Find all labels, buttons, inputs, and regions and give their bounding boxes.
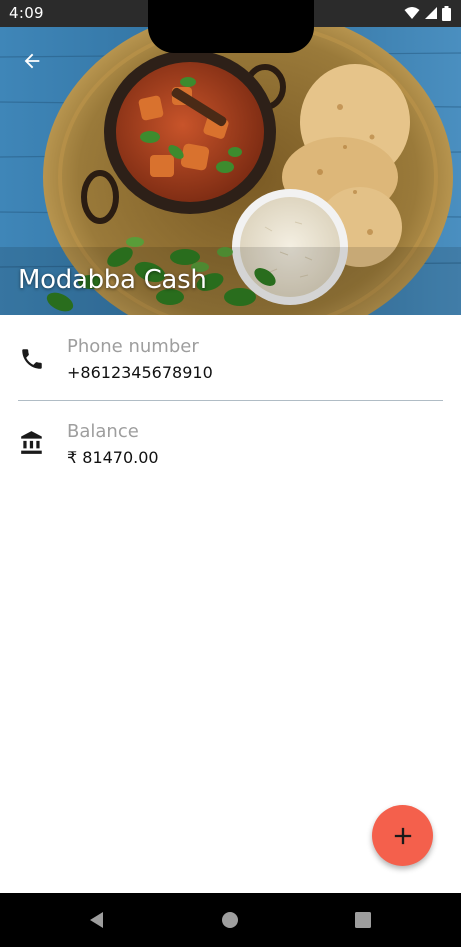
status-icons	[404, 5, 451, 21]
status-time: 4:09	[9, 4, 44, 22]
plus-icon	[394, 827, 411, 844]
wifi-icon	[404, 7, 420, 19]
recents-square-icon	[355, 912, 371, 928]
camera-notch	[148, 0, 314, 53]
balance-row: Balance ₹ 81470.00	[0, 403, 461, 483]
app-screen: 4:09 Modabba Cash Phone number +86123456…	[0, 0, 461, 947]
page-title: Modabba Cash	[18, 265, 207, 295]
add-button[interactable]	[372, 805, 433, 866]
divider	[18, 400, 443, 401]
phone-row: Phone number +8612345678910	[0, 318, 461, 398]
balance-value: ₹ 81470.00	[67, 448, 159, 467]
header-image: Modabba Cash	[0, 27, 461, 315]
nav-recents-button[interactable]	[348, 905, 378, 935]
battery-icon	[442, 5, 451, 21]
balance-label: Balance	[67, 421, 139, 442]
nav-home-button[interactable]	[215, 905, 245, 935]
nav-back-button[interactable]	[82, 905, 112, 935]
arrow-left-icon	[24, 53, 40, 69]
back-triangle-icon	[90, 912, 103, 928]
back-button[interactable]	[14, 43, 50, 79]
phone-label: Phone number	[67, 336, 199, 357]
home-circle-icon	[222, 912, 238, 928]
phone-icon	[22, 349, 42, 369]
system-nav-bar	[0, 893, 461, 947]
bank-icon	[21, 431, 42, 454]
phone-value: +8612345678910	[67, 363, 213, 382]
signal-icon	[425, 7, 437, 19]
